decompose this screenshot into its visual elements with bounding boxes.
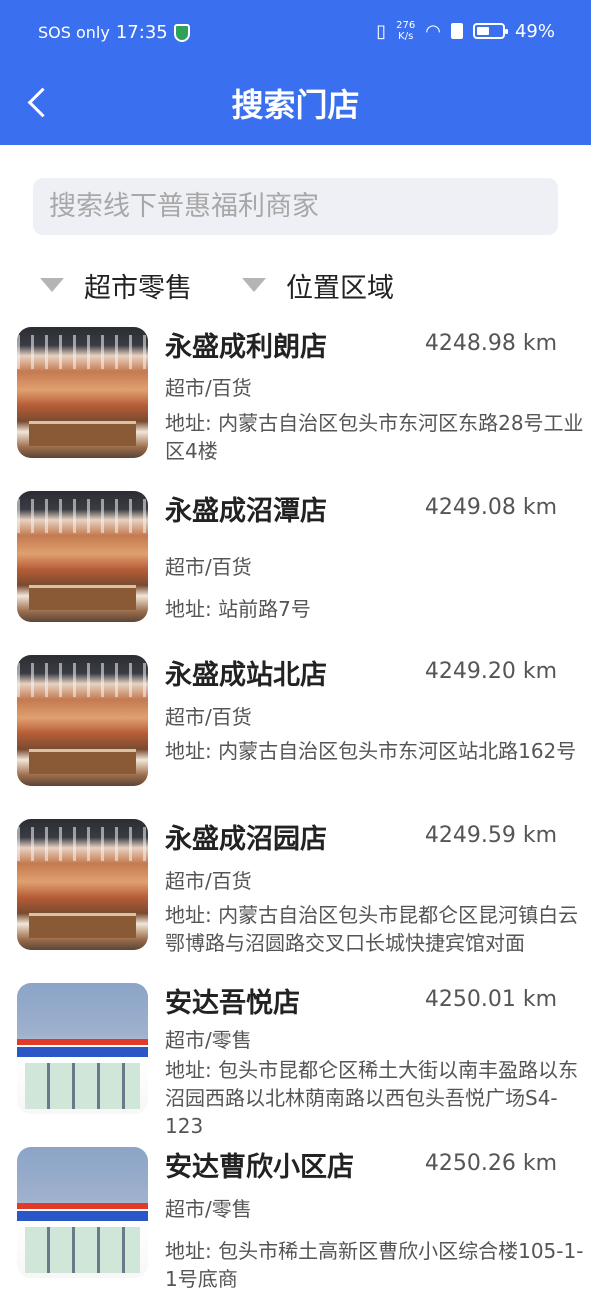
store-thumbnail xyxy=(17,655,148,786)
store-thumbnail xyxy=(17,327,148,458)
app-header: SOS only 17:35 ▯ 276 K/s ◠ 49% 搜索门店 xyxy=(0,0,591,145)
store-name: 永盛成站北店 xyxy=(165,660,327,691)
store-category: 超市/百货 xyxy=(165,705,252,729)
status-bar: SOS only 17:35 ▯ 276 K/s ◠ 49% xyxy=(0,18,591,48)
search-input[interactable] xyxy=(33,178,558,235)
store-distance: 4250.01 km xyxy=(424,987,557,1012)
battery-icon xyxy=(472,23,508,39)
filter-category-label: 超市零售 xyxy=(84,272,192,304)
store-distance: 4249.20 km xyxy=(424,659,557,684)
store-address: 地址: 内蒙古自治区包头市东河区站北路162号 xyxy=(165,739,577,763)
filter-region-label: 位置区域 xyxy=(286,272,394,304)
store-name: 安达曹欣小区店 xyxy=(165,1152,354,1183)
speed-unit: K/s xyxy=(398,31,414,42)
store-category: 超市/百货 xyxy=(165,555,252,579)
alert-icon xyxy=(450,23,463,39)
store-name: 安达吾悦店 xyxy=(165,988,300,1019)
store-name: 永盛成沼园店 xyxy=(165,824,327,855)
shield-icon xyxy=(173,23,190,42)
store-category: 超市/百货 xyxy=(165,376,252,400)
dropdown-triangle-icon xyxy=(242,278,266,292)
filter-bar: 超市零售 位置区域 xyxy=(40,260,444,310)
speed-value: 276 xyxy=(396,20,416,31)
filter-region[interactable]: 位置区域 xyxy=(242,266,394,305)
store-category: 超市/零售 xyxy=(165,1197,252,1221)
filter-category[interactable]: 超市零售 xyxy=(40,266,192,305)
store-thumbnail xyxy=(17,983,148,1114)
store-address: 地址: 包头市稀土高新区曹欣小区综合楼105-1-1号底商 xyxy=(165,1239,584,1291)
store-name: 永盛成利朗店 xyxy=(165,332,327,363)
sos-label: SOS only xyxy=(38,23,110,42)
dropdown-triangle-icon xyxy=(40,278,64,292)
store-distance: 4249.59 km xyxy=(424,823,557,848)
clock: 17:35 xyxy=(115,22,168,43)
store-thumbnail xyxy=(17,491,148,622)
network-speed: 276 K/s xyxy=(396,20,415,42)
store-distance: 4249.08 km xyxy=(424,495,557,520)
store-category: 超市/零售 xyxy=(165,1028,252,1052)
store-distance: 4250.26 km xyxy=(424,1151,557,1176)
store-thumbnail xyxy=(17,819,148,950)
store-distance: 4248.98 km xyxy=(424,331,557,356)
store-address: 地址: 站前路7号 xyxy=(165,597,311,621)
store-address: 地址: 内蒙古自治区包头市东河区东路28号工业区4楼 xyxy=(165,411,584,463)
store-thumbnail xyxy=(17,1147,148,1278)
nav-bar: 搜索门店 xyxy=(0,72,591,132)
battery-percent: 49% xyxy=(514,20,555,42)
vibrate-icon: ▯ xyxy=(376,20,387,42)
store-name: 永盛成沼潭店 xyxy=(165,496,327,527)
page-title: 搜索门店 xyxy=(231,86,360,124)
store-address: 地址: 内蒙古自治区包头市昆都仑区昆河镇白云鄂博路与沼圆路交叉口长城快捷宾馆对面 xyxy=(165,903,579,955)
wifi-icon: ◠ xyxy=(425,20,441,42)
store-category: 超市/百货 xyxy=(165,869,252,893)
search-box[interactable] xyxy=(33,178,558,235)
store-address: 地址: 包头市昆都仑区稀土大街以南丰盈路以东沼园西路以北林荫南路以西包头吾悦广场… xyxy=(165,1058,579,1138)
